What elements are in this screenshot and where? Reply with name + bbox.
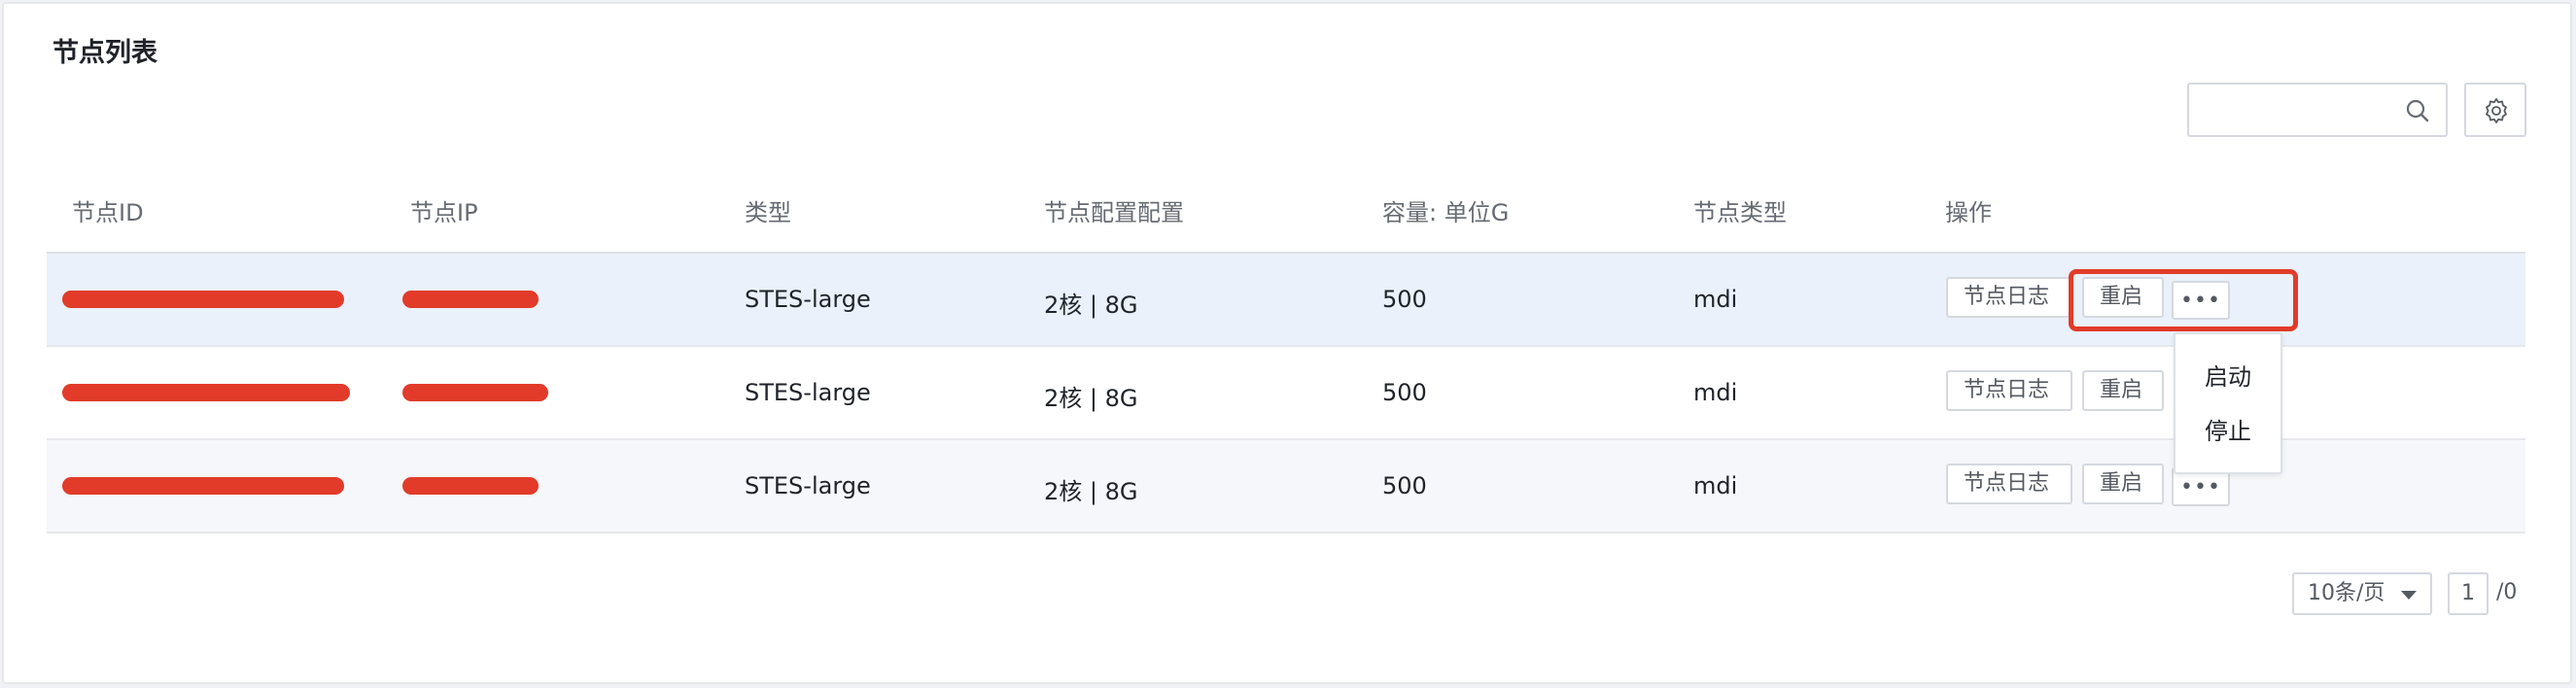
header-node-id: 节点ID — [72, 199, 144, 226]
redacted-node-id — [62, 384, 350, 401]
cell-type: STES-large — [745, 379, 871, 406]
header-node-ip: 节点IP — [410, 199, 478, 226]
gear-icon — [2486, 98, 2507, 123]
cell-type: STES-large — [745, 472, 871, 499]
page-total: /0 — [2496, 580, 2518, 604]
node-log-button[interactable]: 节点日志 — [1946, 464, 2072, 504]
card-title: 节点列表 — [52, 38, 157, 68]
caret-down-icon — [2401, 591, 2417, 600]
node-log-button[interactable]: 节点日志 — [1946, 370, 2072, 411]
node-table: 节点ID 节点IP 类型 节点配置配置 容量: 单位G 节点类型 操作 STES… — [47, 170, 2525, 533]
current-page-input[interactable]: 1 — [2448, 572, 2489, 615]
cell-config: 2核 | 8G — [1044, 385, 1138, 412]
header-actions: 操作 — [1945, 199, 1992, 226]
redacted-node-id — [62, 291, 344, 308]
table-header: 节点ID 节点IP 类型 节点配置配置 容量: 单位G 节点类型 操作 — [47, 170, 2525, 254]
restart-button[interactable]: 重启 — [2082, 370, 2164, 411]
cell-capacity: 500 — [1382, 286, 1427, 313]
redacted-node-ip — [402, 477, 539, 495]
page-size-select[interactable]: 10条/页 — [2292, 572, 2432, 615]
search-icon[interactable] — [2405, 98, 2430, 123]
header-config: 节点配置配置 — [1044, 199, 1184, 226]
more-icon: ••• — [2180, 289, 2221, 313]
more-dropdown-menu: 启动 停止 — [2174, 332, 2282, 474]
menu-item-stop[interactable]: 停止 — [2205, 412, 2251, 446]
restart-button[interactable]: 重启 — [2082, 464, 2164, 504]
search-input[interactable] — [2199, 92, 2393, 127]
table-row[interactable]: STES-large 2核 | 8G 500 mdi 节点日志 重启 ••• — [47, 254, 2525, 347]
cell-node-type: mdi — [1693, 286, 1738, 313]
header-capacity: 容量: 单位G — [1382, 199, 1510, 226]
cell-capacity: 500 — [1382, 472, 1427, 499]
cell-node-type: mdi — [1693, 472, 1738, 499]
cell-capacity: 500 — [1382, 379, 1427, 406]
node-log-button[interactable]: 节点日志 — [1946, 277, 2072, 318]
redacted-node-ip — [402, 291, 539, 308]
table-row[interactable]: STES-large 2核 | 8G 500 mdi 节点日志 重启 ••• — [47, 440, 2525, 533]
settings-button[interactable] — [2464, 83, 2526, 137]
header-type: 类型 — [745, 199, 791, 226]
table-row[interactable]: STES-large 2核 | 8G 500 mdi 节点日志 重启 — [47, 347, 2525, 440]
menu-item-start[interactable]: 启动 — [2205, 358, 2251, 392]
cell-type: STES-large — [745, 286, 871, 313]
more-button[interactable]: ••• — [2172, 281, 2230, 320]
page-size-label: 10条/页 — [2308, 581, 2385, 605]
cell-config: 2核 | 8G — [1044, 292, 1138, 319]
redacted-node-id — [62, 477, 344, 495]
header-node-type: 节点类型 — [1693, 199, 1787, 226]
more-icon: ••• — [2180, 475, 2221, 499]
restart-button[interactable]: 重启 — [2082, 277, 2164, 318]
search-box[interactable] — [2187, 83, 2448, 137]
cell-config: 2核 | 8G — [1044, 478, 1138, 505]
redacted-node-ip — [402, 384, 548, 401]
cell-node-type: mdi — [1693, 379, 1738, 406]
